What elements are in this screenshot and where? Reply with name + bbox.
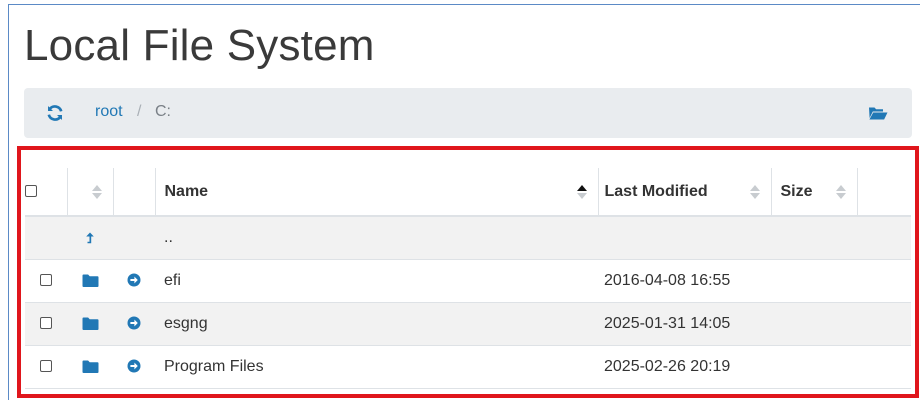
- last-modified-column-label: Last Modified: [604, 182, 708, 200]
- sort-icon[interactable]: [91, 183, 103, 201]
- sort-icon[interactable]: [749, 183, 761, 201]
- type-column-header[interactable]: [66, 168, 113, 217]
- empty-cell: [857, 345, 911, 388]
- action-column-header: [112, 168, 155, 217]
- breadcrumb-root-link[interactable]: root: [95, 103, 123, 121]
- table-row[interactable]: esgng 2025-01-31 14:05: [25, 302, 911, 345]
- arrow-circle-right-icon[interactable]: [127, 359, 141, 373]
- folder-icon-cell: [67, 259, 113, 302]
- file-size: [771, 259, 857, 302]
- row-select-cell: [25, 259, 67, 302]
- row-select-cell: [25, 345, 67, 388]
- breadcrumb-current: C:: [155, 103, 171, 120]
- empty-cell: [25, 216, 67, 259]
- folder-icon: [82, 274, 98, 287]
- file-name[interactable]: efi: [155, 259, 598, 302]
- table-row-parent[interactable]: ..: [25, 216, 911, 259]
- arrow-circle-right-icon[interactable]: [127, 273, 141, 287]
- file-table: Name Last Modified Size .. efi 2016-04-0…: [25, 168, 911, 389]
- folder-icon: [82, 317, 98, 330]
- table-row[interactable]: Program Files 2025-02-26 20:19: [25, 345, 911, 388]
- folder-open-icon[interactable]: [868, 104, 888, 122]
- file-name[interactable]: esgng: [155, 302, 598, 345]
- open-action-cell: [113, 345, 155, 388]
- file-name[interactable]: Program Files: [155, 345, 598, 388]
- file-size: [771, 345, 857, 388]
- row-checkbox[interactable]: [40, 274, 52, 287]
- folder-icon-cell: [67, 345, 113, 388]
- table-header-row: Name Last Modified Size: [25, 168, 911, 217]
- empty-cell: [857, 302, 911, 345]
- breadcrumb-separator: /: [137, 103, 142, 120]
- row-checkbox[interactable]: [40, 317, 52, 330]
- last-modified: 2025-02-26 20:19: [604, 357, 731, 375]
- size-column-label: Size: [780, 182, 813, 200]
- folder-icon: [82, 360, 98, 373]
- name-column-header[interactable]: Name: [154, 168, 598, 217]
- empty-cell: [113, 216, 155, 259]
- empty-cell: [598, 216, 771, 259]
- empty-cell: [857, 216, 911, 259]
- arrow-circle-right-icon[interactable]: [127, 316, 141, 330]
- row-select-cell: [25, 302, 67, 345]
- name-column-label: Name: [164, 182, 209, 200]
- file-size: [771, 302, 857, 345]
- sort-asc-icon[interactable]: [576, 183, 588, 201]
- empty-cell: [857, 259, 911, 302]
- breadcrumb: root / C:: [24, 88, 912, 138]
- size-column-header[interactable]: Size: [770, 168, 857, 217]
- open-action-cell: [113, 302, 155, 345]
- up-icon-cell: [67, 216, 113, 259]
- refresh-icon[interactable]: [46, 104, 64, 122]
- last-modified-column-header[interactable]: Last Modified: [597, 168, 771, 217]
- select-all-checkbox[interactable]: [25, 185, 37, 198]
- page-title: Local File System: [24, 21, 375, 70]
- table-row[interactable]: efi 2016-04-08 16:55: [25, 259, 911, 302]
- open-action-cell: [113, 259, 155, 302]
- row-checkbox[interactable]: [40, 360, 52, 373]
- level-up-icon[interactable]: [85, 232, 95, 244]
- sort-icon[interactable]: [835, 183, 847, 201]
- folder-icon-cell: [67, 302, 113, 345]
- empty-cell: [771, 216, 857, 259]
- select-all-header: [25, 168, 67, 217]
- extra-column-header: [856, 168, 911, 217]
- last-modified: 2025-01-31 14:05: [604, 314, 731, 332]
- parent-dir-link[interactable]: ..: [155, 216, 598, 259]
- last-modified: 2016-04-08 16:55: [604, 271, 731, 289]
